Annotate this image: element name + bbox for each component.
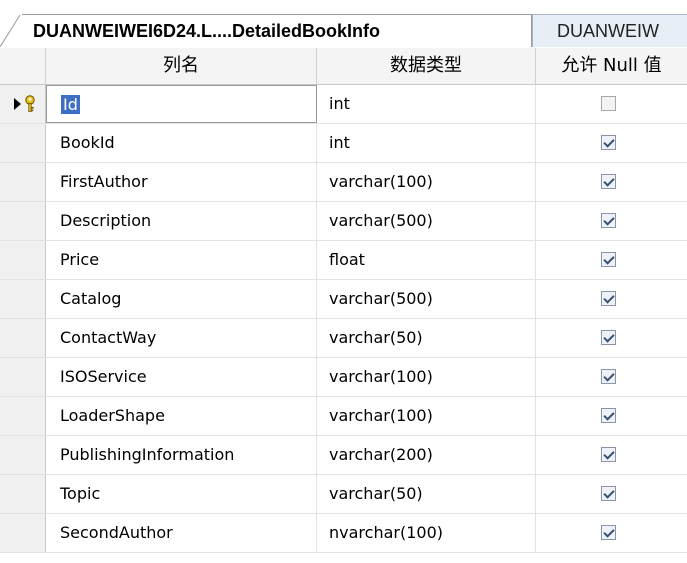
- row-selector[interactable]: [0, 202, 46, 240]
- allow-null-checkbox[interactable]: [601, 291, 616, 306]
- table-row[interactable]: ISOService varchar(100): [0, 358, 687, 397]
- tab-strip: DUANWEIWEI6D24.L....DetailedBookInfo DUA…: [0, 0, 687, 47]
- primary-key-icon: [25, 95, 35, 112]
- allow-null-cell: [536, 241, 687, 279]
- table-row[interactable]: FirstAuthor varchar(100): [0, 163, 687, 202]
- table-row[interactable]: Price float: [0, 241, 687, 280]
- row-selector[interactable]: [0, 397, 46, 435]
- column-name-text: Id: [61, 95, 80, 114]
- table-row[interactable]: Topic varchar(50): [0, 475, 687, 514]
- column-name-text: Description: [60, 211, 152, 230]
- table-row[interactable]: Description varchar(500): [0, 202, 687, 241]
- data-type-cell[interactable]: varchar(100): [317, 358, 536, 396]
- table-row[interactable]: Id int: [0, 85, 687, 124]
- tab-detailed-book-info[interactable]: DUANWEIWEI6D24.L....DetailedBookInfo: [20, 14, 532, 47]
- column-name-text: BookId: [60, 133, 115, 152]
- column-name-cell[interactable]: FirstAuthor: [46, 163, 317, 201]
- allow-null-checkbox[interactable]: [601, 369, 616, 384]
- allow-null-cell: [536, 280, 687, 318]
- allow-null-cell: [536, 202, 687, 240]
- tab-duanweiw[interactable]: DUANWEIW: [532, 14, 687, 47]
- column-grid: Id int BookId int FirstAuthor varchar(100) Des…: [0, 85, 687, 553]
- data-type-cell[interactable]: nvarchar(100): [317, 514, 536, 552]
- allow-null-cell: [536, 436, 687, 474]
- column-name-cell[interactable]: Description: [46, 202, 317, 240]
- column-name-cell[interactable]: PublishingInformation: [46, 436, 317, 474]
- header-allow-null[interactable]: 允许 Null 值: [536, 48, 687, 84]
- column-name-text: PublishingInformation: [60, 445, 235, 464]
- allow-null-checkbox[interactable]: [601, 408, 616, 423]
- allow-null-cell: [536, 397, 687, 435]
- data-type-cell[interactable]: varchar(50): [317, 319, 536, 357]
- header-selector: [0, 48, 46, 84]
- allow-null-checkbox[interactable]: [601, 525, 616, 540]
- column-name-cell[interactable]: BookId: [46, 124, 317, 162]
- data-type-cell[interactable]: varchar(100): [317, 163, 536, 201]
- data-type-cell[interactable]: float: [317, 241, 536, 279]
- table-row[interactable]: Catalog varchar(500): [0, 280, 687, 319]
- row-selector[interactable]: [0, 163, 46, 201]
- column-name-cell[interactable]: Topic: [46, 475, 317, 513]
- grid-header: 列名 数据类型 允许 Null 值: [0, 48, 687, 85]
- table-row[interactable]: BookId int: [0, 124, 687, 163]
- allow-null-cell: [536, 124, 687, 162]
- column-name-cell[interactable]: LoaderShape: [46, 397, 317, 435]
- row-status-icons: [14, 95, 44, 113]
- data-type-cell[interactable]: varchar(500): [317, 202, 536, 240]
- row-selector[interactable]: [0, 436, 46, 474]
- tab-slant-decoration: [0, 14, 22, 47]
- allow-null-cell: [536, 163, 687, 201]
- data-type-cell[interactable]: int: [317, 85, 536, 123]
- column-name-text: LoaderShape: [60, 406, 165, 425]
- allow-null-checkbox[interactable]: [601, 252, 616, 267]
- row-selector[interactable]: [0, 85, 46, 123]
- data-type-cell[interactable]: varchar(200): [317, 436, 536, 474]
- allow-null-cell: [536, 85, 687, 123]
- column-name-text: ContactWay: [60, 328, 157, 347]
- column-name-text: Price: [60, 250, 100, 269]
- allow-null-cell: [536, 514, 687, 552]
- row-selector[interactable]: [0, 124, 46, 162]
- allow-null-cell: [536, 358, 687, 396]
- allow-null-checkbox[interactable]: [601, 486, 616, 501]
- allow-null-checkbox[interactable]: [601, 135, 616, 150]
- allow-null-checkbox[interactable]: [601, 96, 616, 111]
- row-indicator-icon: [14, 98, 21, 110]
- table-row[interactable]: SecondAuthor nvarchar(100): [0, 514, 687, 553]
- row-selector[interactable]: [0, 280, 46, 318]
- row-selector[interactable]: [0, 241, 46, 279]
- table-row[interactable]: PublishingInformation varchar(200): [0, 436, 687, 475]
- table-row[interactable]: LoaderShape varchar(100): [0, 397, 687, 436]
- allow-null-cell: [536, 319, 687, 357]
- allow-null-checkbox[interactable]: [601, 174, 616, 189]
- header-column-name[interactable]: 列名: [46, 48, 317, 84]
- allow-null-checkbox[interactable]: [601, 213, 616, 228]
- column-name-cell[interactable]: ISOService: [46, 358, 317, 396]
- row-selector[interactable]: [0, 358, 46, 396]
- column-name-text: FirstAuthor: [60, 172, 148, 191]
- allow-null-checkbox[interactable]: [601, 447, 616, 462]
- allow-null-checkbox[interactable]: [601, 330, 616, 345]
- column-name-cell[interactable]: Id: [46, 85, 317, 123]
- column-name-cell[interactable]: Catalog: [46, 280, 317, 318]
- row-selector[interactable]: [0, 319, 46, 357]
- column-name-cell[interactable]: ContactWay: [46, 319, 317, 357]
- data-type-cell[interactable]: varchar(50): [317, 475, 536, 513]
- column-name-cell[interactable]: Price: [46, 241, 317, 279]
- data-type-cell[interactable]: int: [317, 124, 536, 162]
- row-selector[interactable]: [0, 475, 46, 513]
- column-name-text: SecondAuthor: [60, 523, 173, 542]
- data-type-cell[interactable]: varchar(100): [317, 397, 536, 435]
- header-data-type[interactable]: 数据类型: [317, 48, 536, 84]
- table-row[interactable]: ContactWay varchar(50): [0, 319, 687, 358]
- column-name-text: Catalog: [60, 289, 122, 308]
- allow-null-cell: [536, 475, 687, 513]
- row-selector[interactable]: [0, 514, 46, 552]
- data-type-cell[interactable]: varchar(500): [317, 280, 536, 318]
- column-name-cell[interactable]: SecondAuthor: [46, 514, 317, 552]
- column-name-text: ISOService: [60, 367, 147, 386]
- column-name-text: Topic: [60, 484, 101, 503]
